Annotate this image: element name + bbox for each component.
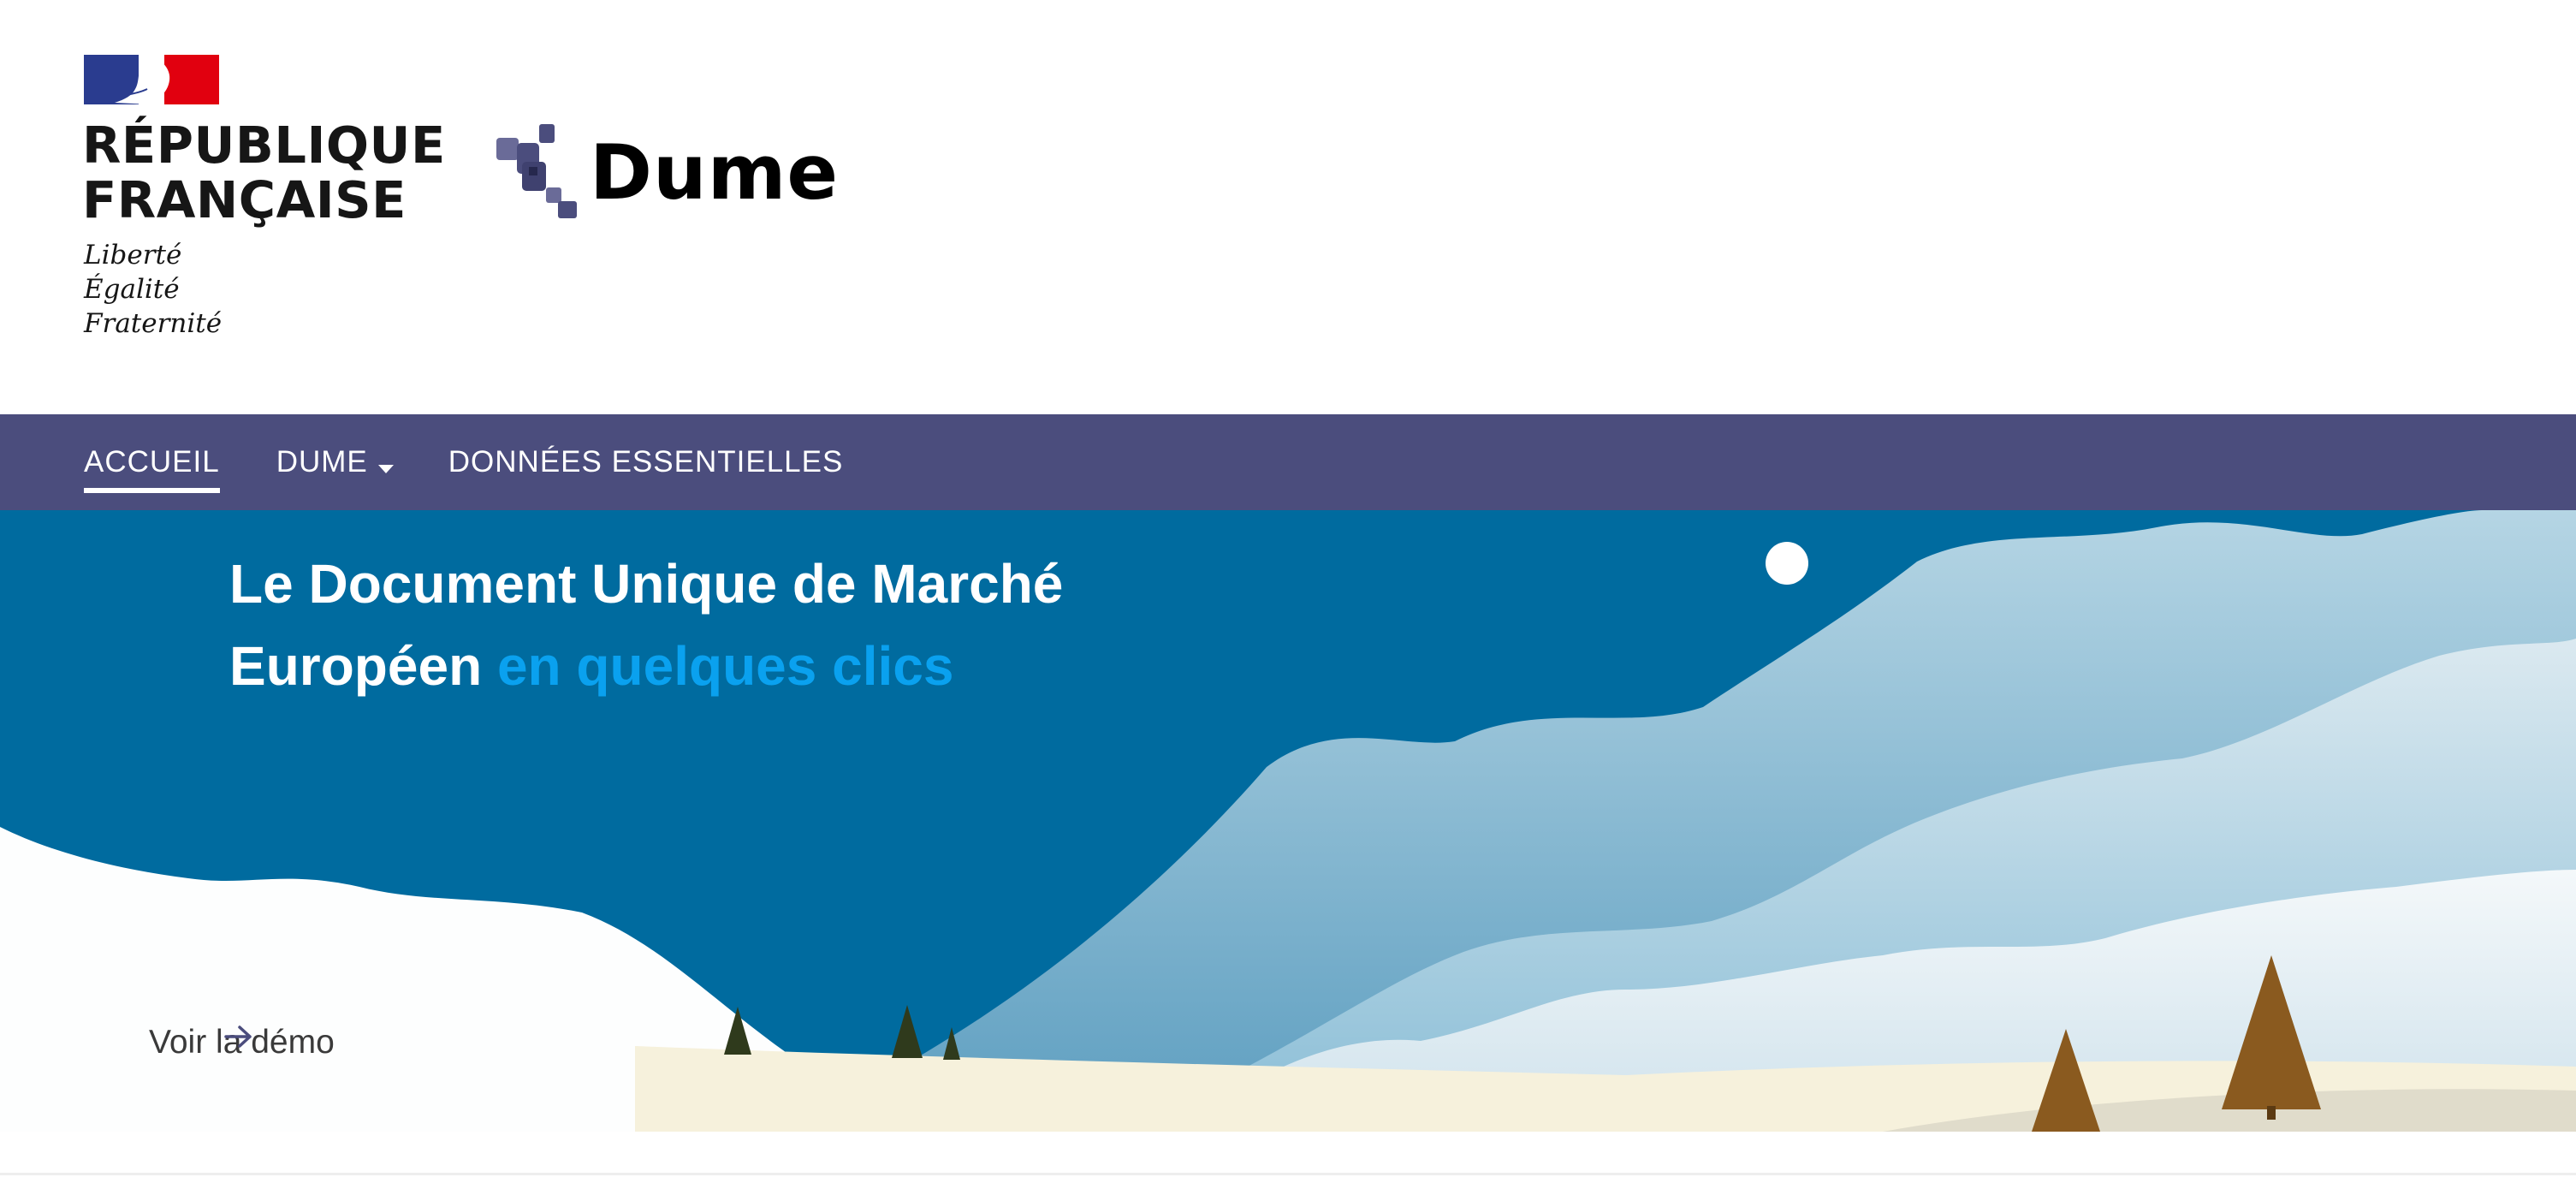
motto-line1: Liberté [84,240,182,270]
voir-la-demo-link[interactable]: Voir la démo [149,1024,335,1061]
gov-name-line2: FRANÇAISE [82,170,407,229]
dume-logo-icon [496,124,577,218]
chevron-down-icon [377,465,394,473]
nav-item-label: ACCUEIL [84,445,220,479]
republique-francaise-label: RÉPUBLIQUE FRANÇAISE [82,118,446,228]
hero-title-highlight: en quelques clics [496,635,954,697]
service-name: Dume [590,128,840,217]
divider [0,1173,2576,1175]
hero-banner: Le Document Unique de Marché Européen en… [0,510,2576,1132]
marianne-flag-icon [84,55,219,104]
republic-motto: Liberté Égalité Fraternité [84,238,222,341]
site-header: RÉPUBLIQUE FRANÇAISE Liberté Égalité Fra… [0,0,2576,414]
nav-item-label: DONNÉES ESSENTIELLES [448,445,844,479]
motto-line2: Égalité [84,274,180,305]
arrow-right-icon [224,1025,252,1048]
moon-icon [1766,542,1808,585]
nav-item-dume[interactable]: DUME [276,414,394,510]
service-brand[interactable]: Dume [496,124,839,220]
hero-title: Le Document Unique de Marché Européen en… [229,543,1085,707]
nav-item-accueil[interactable]: ACCUEIL [84,414,220,510]
nav-item-label: DUME [276,445,368,479]
motto-line3: Fraternité [84,308,223,339]
gov-name-line1: RÉPUBLIQUE [82,116,446,175]
main-nav: ACCUEIL DUME DONNÉES ESSENTIELLES [0,414,2576,510]
nav-item-donnees-essentielles[interactable]: DONNÉES ESSENTIELLES [448,414,844,510]
